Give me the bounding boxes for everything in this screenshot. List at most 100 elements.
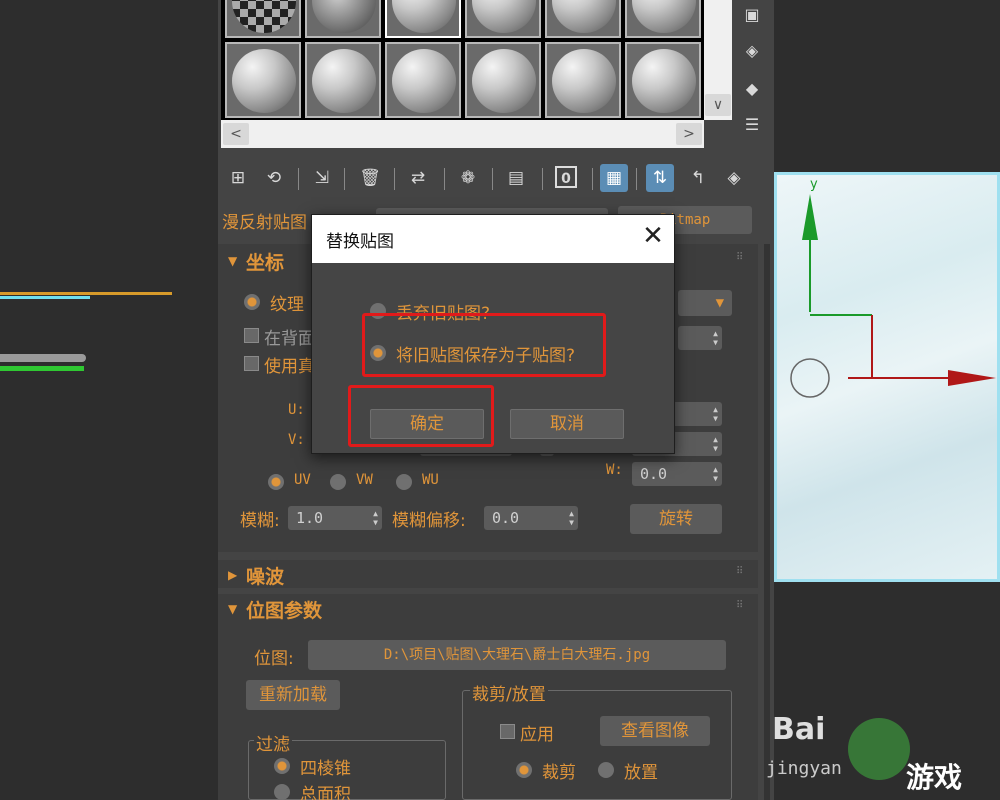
slots-hscrollbar[interactable]: < > [221, 120, 704, 148]
sample-slot[interactable] [465, 0, 541, 38]
toolbar-separator [542, 168, 543, 190]
place-label: 放置 [624, 763, 658, 783]
filter-group-title: 过滤 [254, 730, 292, 755]
spinner-arrows-icon: ▲ ▼ [713, 329, 718, 347]
use-real-world-checkbox[interactable] [244, 356, 259, 371]
toolbar-separator [636, 168, 637, 190]
transform-gizmo[interactable]: y [774, 172, 1000, 582]
sample-slot[interactable] [305, 0, 381, 38]
wu-radio[interactable] [396, 474, 412, 490]
coordinates-rollout-title[interactable]: 坐标 [246, 248, 284, 275]
scroll-left-button[interactable]: < [223, 123, 249, 145]
close-icon[interactable]: ✕ [638, 221, 668, 251]
spinner-arrows-icon: ▲ ▼ [373, 509, 378, 527]
blur-offset-spinner[interactable]: 0.0 ▲ ▼ [484, 506, 578, 530]
sample-slot[interactable] [385, 42, 461, 118]
summed-area-label: 总面积 [300, 785, 351, 800]
sample-slot[interactable] [545, 42, 621, 118]
w-angle-spinner[interactable]: 0.0 ▲ ▼ [632, 462, 722, 486]
rollout-grip-icon: ⠿ [736, 600, 744, 611]
backlight-icon[interactable]: ◈ [738, 38, 766, 64]
sphere [232, 49, 296, 113]
place-radio[interactable] [598, 762, 614, 778]
slots-scrollbar[interactable]: ∨ [704, 0, 732, 120]
keep-as-submap-radio[interactable] [370, 345, 386, 361]
blur-value: 1.0 [296, 509, 324, 527]
w-label: W: [606, 462, 623, 478]
go-to-parent-icon[interactable]: ↰ [684, 164, 712, 192]
replace-map-dialog: 替换贴图 ✕ 丢弃旧贴图? 将旧贴图保存为子贴图? 确定 取消 [311, 214, 675, 454]
axis-y-label: y [810, 177, 818, 192]
background-icon[interactable]: ◆ [738, 76, 766, 102]
rollout-expand-icon[interactable]: ▼ [228, 254, 237, 268]
sample-type-icon[interactable]: ▣ [738, 2, 766, 28]
scene-object-green-line [0, 366, 84, 371]
assign-to-selection-icon[interactable]: ⇲ [308, 164, 336, 192]
get-material-icon[interactable]: ⊞ [224, 164, 252, 192]
delete-icon[interactable]: 🗑 [356, 164, 384, 192]
bitmap-label: 位图: [254, 649, 294, 669]
game-watermark: 游戏 [906, 761, 963, 794]
map-channel-spinner[interactable]: ▲ ▼ [678, 326, 722, 350]
sample-slot-selected[interactable] [385, 0, 461, 38]
bitmap-params-rollout-title[interactable]: 位图参数 [246, 596, 322, 623]
go-forward-icon[interactable]: ◈ [720, 164, 748, 192]
options-icon[interactable]: ☰ [738, 112, 766, 138]
left-viewport[interactable] [0, 0, 218, 800]
sample-slot[interactable] [625, 42, 701, 118]
view-image-button[interactable]: 查看图像 [600, 716, 710, 746]
keep-as-submap-label: 将旧贴图保存为子贴图? [396, 346, 576, 366]
sample-slot[interactable] [225, 0, 301, 38]
mapping-dropdown[interactable]: ▼ [678, 290, 732, 316]
show-map-on-back-checkbox[interactable] [244, 328, 259, 343]
show-end-result-icon[interactable]: ⇅ [646, 164, 674, 192]
spinner-arrows-icon: ▲ ▼ [569, 509, 574, 527]
use-real-world-label: 使用真 [264, 357, 315, 377]
panel-scrollbar[interactable] [764, 244, 770, 800]
baidu-watermark: Bai [772, 712, 826, 747]
sphere [552, 0, 616, 33]
sample-slot[interactable] [465, 42, 541, 118]
blur-spinner[interactable]: 1.0 ▲ ▼ [288, 506, 382, 530]
pyramidal-radio[interactable] [274, 758, 290, 774]
dialog-titlebar[interactable]: 替换贴图 ✕ [312, 215, 674, 263]
apply-crop-checkbox[interactable] [500, 724, 515, 739]
sample-slot[interactable] [305, 42, 381, 118]
gizmo-y-arrow [802, 194, 818, 240]
show-map-icon[interactable]: ▦ [600, 164, 628, 192]
toolbar-separator [394, 168, 395, 190]
cancel-button[interactable]: 取消 [510, 409, 624, 439]
rollout-collapsed-icon[interactable]: ▶ [228, 568, 237, 582]
make-unique-icon[interactable]: ⇄ [404, 164, 432, 192]
show-map-on-back-label: 在背面 [264, 329, 315, 349]
uv-radio[interactable] [268, 474, 284, 490]
spinner-arrows-icon: ▲ ▼ [713, 435, 718, 453]
rotate-button[interactable]: 旋转 [630, 504, 722, 534]
crop-radio[interactable] [516, 762, 532, 778]
sample-slot[interactable] [545, 0, 621, 38]
put-to-scene-icon[interactable]: ⟲ [260, 164, 288, 192]
material-id-icon[interactable]: 0 [552, 164, 580, 192]
sample-slot[interactable] [225, 42, 301, 118]
rollout-grip-icon: ⠿ [736, 252, 744, 263]
gizmo-center-circle [790, 358, 830, 398]
noise-rollout [218, 560, 758, 588]
scene-object-gray [0, 354, 86, 362]
bitmap-path-button[interactable]: D:\项目\贴图\大理石\爵士白大理石.jpg [308, 640, 726, 670]
blur-offset-label: 模糊偏移: [392, 511, 466, 531]
summed-area-radio[interactable] [274, 784, 290, 800]
put-to-library-icon[interactable]: ❁ [454, 164, 482, 192]
texture-radio[interactable] [244, 294, 260, 310]
sample-slot[interactable] [625, 0, 701, 38]
noise-rollout-title[interactable]: 噪波 [246, 562, 284, 589]
rollout-expand-icon[interactable]: ▼ [228, 602, 237, 616]
toolbar-separator [344, 168, 345, 190]
scroll-right-button[interactable]: > [676, 123, 702, 145]
vw-radio[interactable] [330, 474, 346, 490]
material-id-value: 0 [555, 166, 577, 188]
ok-button[interactable]: 确定 [370, 409, 484, 439]
toolbar-separator [592, 168, 593, 190]
reload-button[interactable]: 重新加载 [246, 680, 340, 710]
scroll-down-button[interactable]: ∨ [705, 94, 731, 116]
save-icon[interactable]: ▤ [502, 164, 530, 192]
